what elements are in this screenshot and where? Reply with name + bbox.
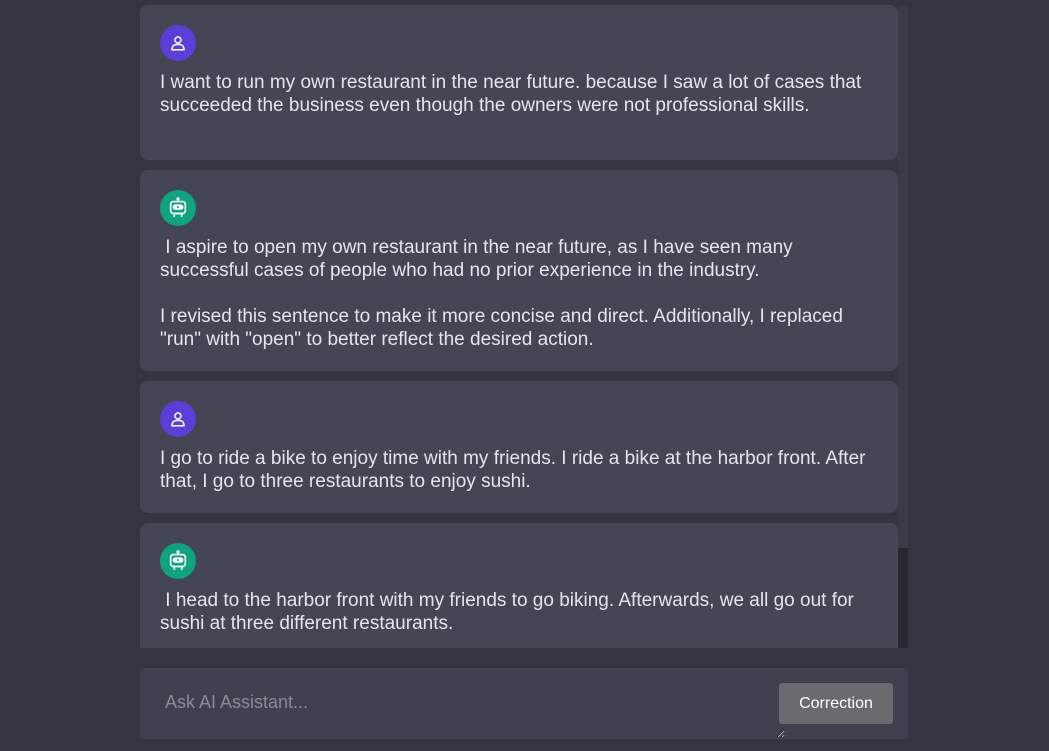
user-icon <box>171 36 185 51</box>
input-bar: Correction <box>140 668 908 739</box>
message-text: I aspire to open my own restaurant in th… <box>160 237 843 350</box>
ask-input[interactable] <box>150 678 785 738</box>
correction-button[interactable]: Correction <box>779 683 893 724</box>
message-text: I head to the harbor front with my frien… <box>160 590 860 634</box>
robot-icon <box>169 197 187 218</box>
bot-avatar <box>160 190 196 226</box>
message-text: I want to run my own restaurant in the n… <box>160 72 867 116</box>
user-message: I want to run my own restaurant in the n… <box>140 5 898 160</box>
assistant-message: I aspire to open my own restaurant in th… <box>140 170 898 371</box>
bot-avatar <box>160 543 196 579</box>
user-message: I go to ride a bike to enjoy time with m… <box>140 381 898 513</box>
chat-scrollbar[interactable] <box>898 6 908 648</box>
assistant-message: I head to the harbor front with my frien… <box>140 523 898 648</box>
robot-icon <box>169 550 187 571</box>
scrollbar-thumb[interactable] <box>898 548 908 648</box>
chat-history: I want to run my own restaurant in the n… <box>140 0 908 648</box>
message-text: I go to ride a bike to enjoy time with m… <box>160 448 871 492</box>
user-avatar <box>160 401 196 437</box>
user-avatar <box>160 25 196 61</box>
user-icon <box>171 412 185 427</box>
